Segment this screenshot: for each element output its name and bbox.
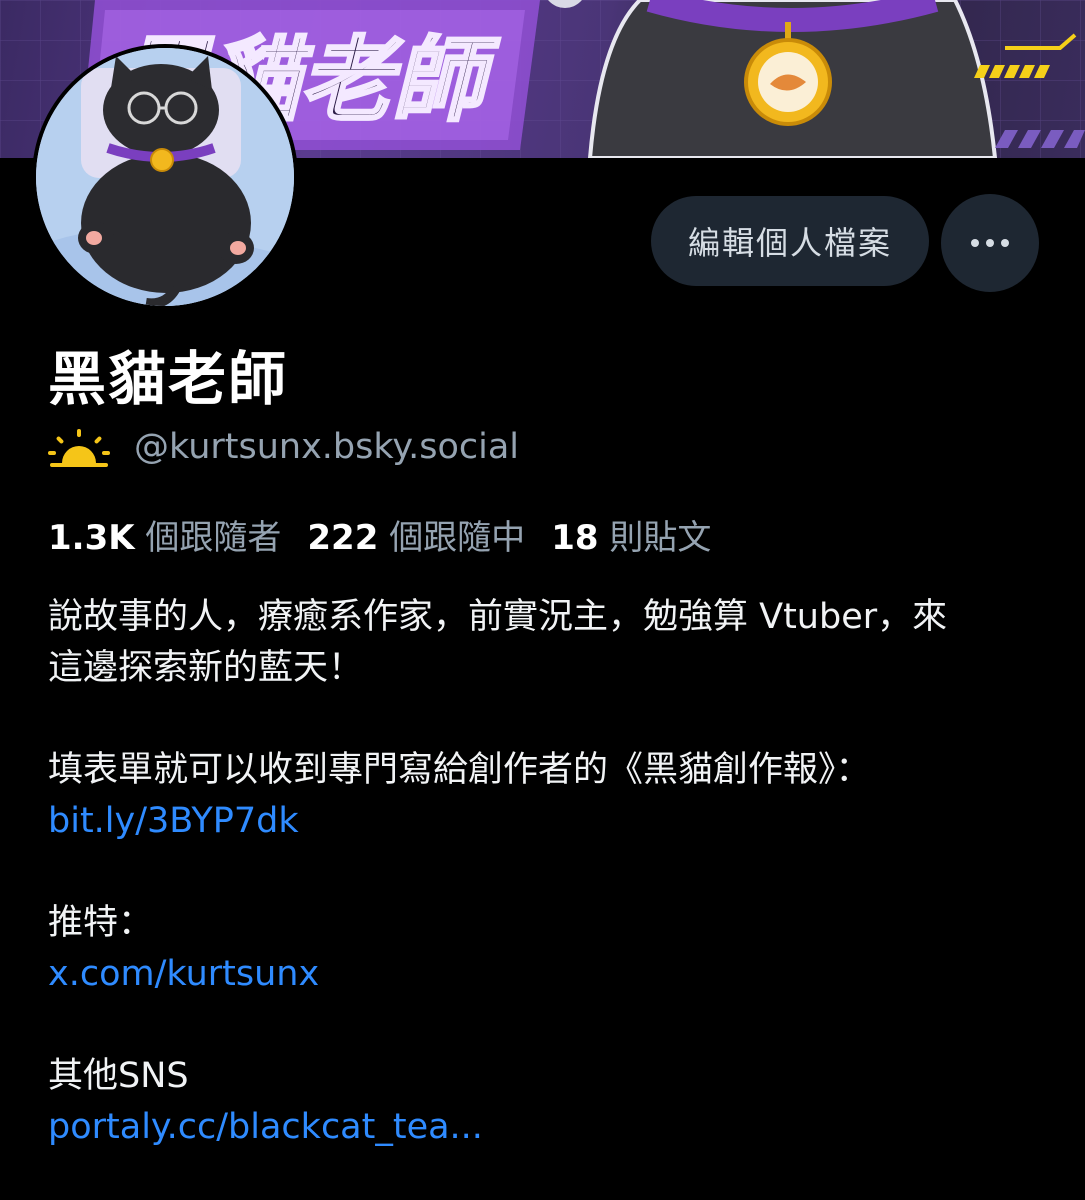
following-stat[interactable]: 222 個跟隨中 [307,510,525,559]
posts-stat: 18 則貼文 [551,510,711,559]
followers-stat[interactable]: 1.3K 個跟隨者 [48,510,281,559]
posts-label: 則貼文 [609,518,712,558]
following-label: 個跟隨中 [389,518,526,558]
profile-bio: 說故事的人，療癒系作家，前實況主，勉強算 Vtuber，來 這邊探索新的藍天！ … [48,592,1038,1153]
twitter-label: 推特： [48,903,154,943]
followers-count: 1.3K [48,518,135,558]
handle-row: @kurtsunx.bsky.social [48,425,519,469]
posts-count: 18 [551,518,599,558]
more-horizontal-icon [971,239,1009,247]
bio-line: 說故事的人，療癒系作家，前實況主，勉強算 Vtuber，來 [48,597,948,637]
more-options-button[interactable] [941,194,1039,292]
sun-icon [48,429,110,467]
display-name: 黑貓老師 [48,345,289,413]
edit-profile-label: 編輯個人檔案 [687,224,892,262]
handle: @kurtsunx.bsky.social [134,427,520,467]
profile-stats: 1.3K 個跟隨者 222 個跟隨中 18 則貼文 [48,510,737,559]
following-count: 222 [307,518,379,558]
bio-line: 這邊探索新的藍天！ [48,648,364,688]
edit-profile-button[interactable]: 編輯個人檔案 [651,196,929,286]
newsletter-text: 填表單就可以收到專門寫給創作者的《黑貓創作報》： [48,750,871,790]
other-sns-link[interactable]: portaly.cc/blackcat_tea... [48,1102,1038,1153]
black-cat-avatar-image [36,48,294,306]
twitter-link[interactable]: x.com/kurtsunx [48,949,1038,1000]
avatar[interactable] [32,44,298,310]
other-sns-label: 其他SNS [48,1056,189,1096]
followers-label: 個跟隨者 [145,518,282,558]
newsletter-link[interactable]: bit.ly/3BYP7dk [48,796,1038,847]
